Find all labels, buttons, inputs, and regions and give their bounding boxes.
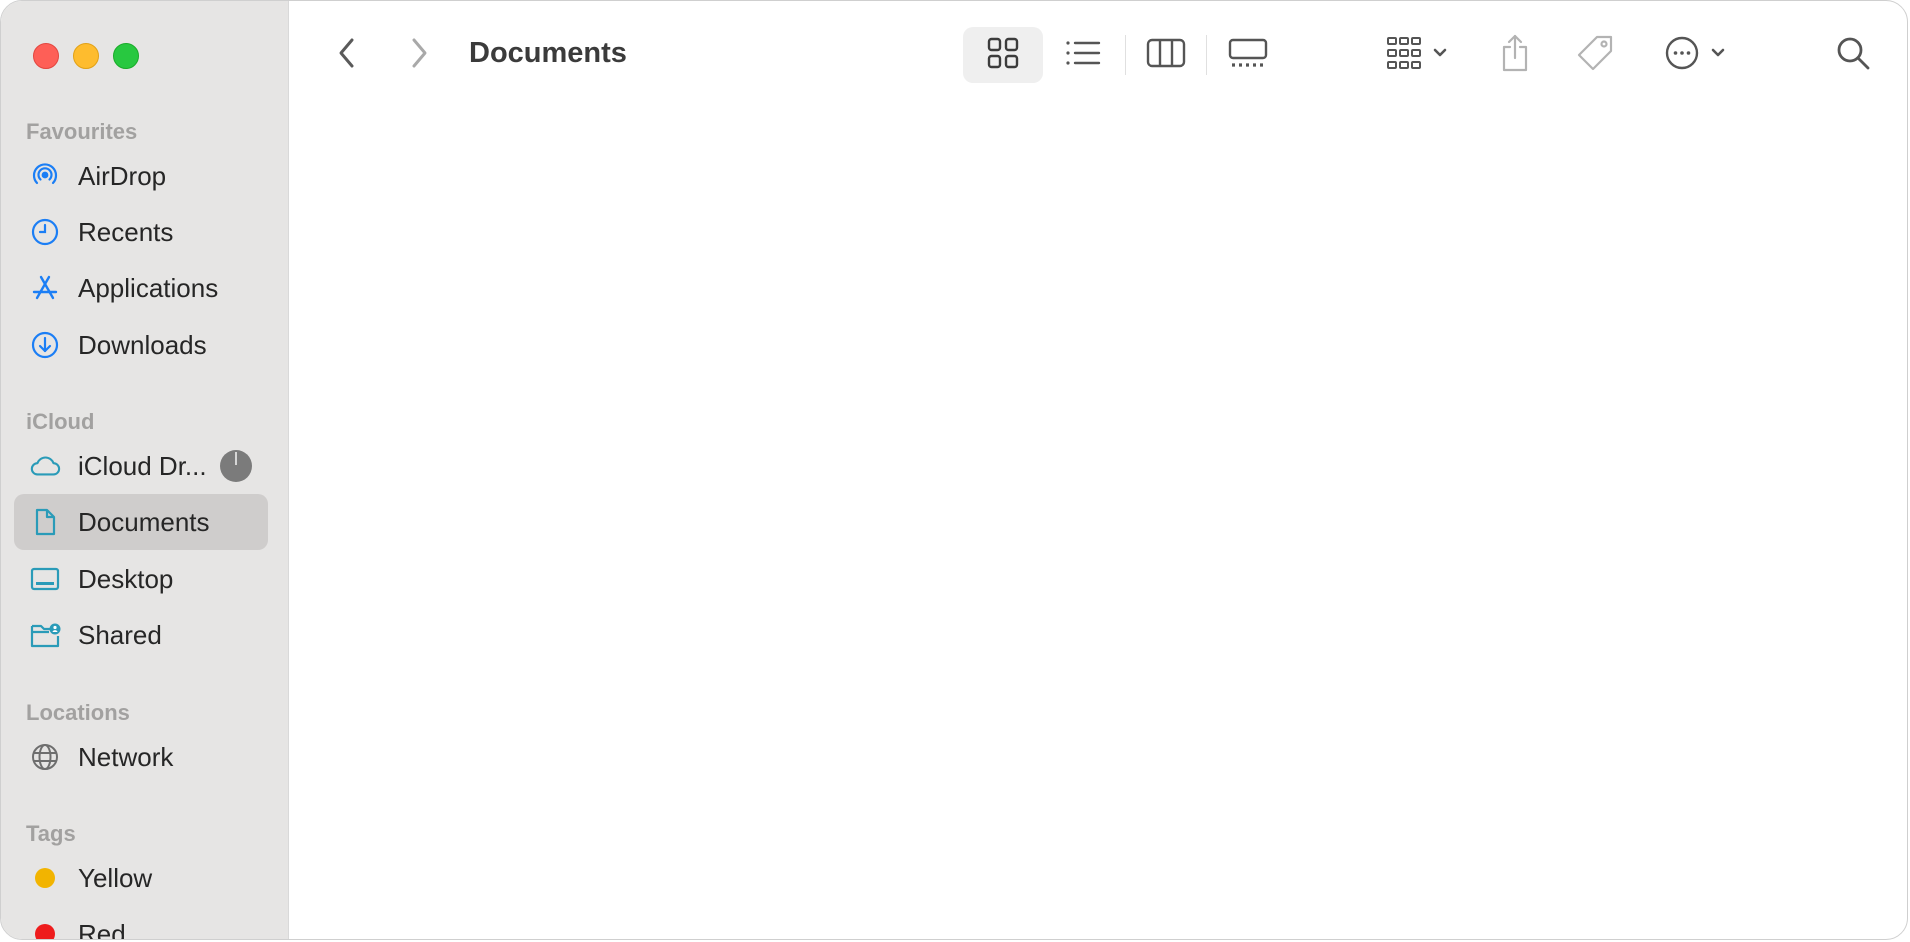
- chevron-left-icon: [335, 36, 359, 75]
- list-view-button[interactable]: [1043, 27, 1123, 83]
- sidebar-item-label: Shared: [78, 619, 162, 650]
- tag-button[interactable]: [1571, 27, 1619, 83]
- gallery-view-button[interactable]: [1208, 27, 1288, 83]
- chevron-down-icon: [1432, 46, 1448, 64]
- desktop-icon: [29, 563, 61, 595]
- sidebar-item-label: Network: [78, 741, 174, 772]
- search-button[interactable]: [1831, 33, 1875, 77]
- sidebar-item-label: AirDrop: [78, 160, 167, 191]
- search-icon: [1835, 35, 1871, 76]
- list-icon: [1064, 38, 1102, 73]
- chevron-down-icon: [1710, 46, 1726, 64]
- share-icon: [1499, 33, 1531, 78]
- group-grid-icon: [1386, 36, 1426, 75]
- sidebar-item-label: Recents: [78, 216, 174, 247]
- sidebar-item-label: Desktop: [78, 563, 174, 594]
- window-title: Documents: [469, 37, 627, 69]
- clock-icon: [29, 216, 61, 248]
- sidebar-item-label: Red: [78, 918, 126, 940]
- sidebar-item-downloads[interactable]: Downloads: [14, 317, 268, 373]
- grid-icon: [986, 36, 1020, 75]
- icon-view-button[interactable]: [963, 27, 1043, 83]
- forward-button[interactable]: [399, 35, 439, 75]
- yellow-tag-dot-icon: [29, 862, 61, 894]
- sidebar-item-network[interactable]: Network: [14, 729, 268, 785]
- globe-icon: [29, 741, 61, 773]
- gallery-icon: [1228, 37, 1268, 74]
- sidebar: Favourites AirDrop Recents Applications …: [1, 1, 289, 939]
- sidebar-item-documents[interactable]: Documents: [14, 494, 268, 550]
- maximize-window-button[interactable]: [113, 43, 139, 69]
- share-button[interactable]: [1495, 27, 1535, 83]
- sidebar-item-tag-red[interactable]: Red: [14, 906, 268, 940]
- download-icon: [29, 329, 61, 361]
- close-window-button[interactable]: [33, 43, 59, 69]
- sidebar-item-label: Downloads: [78, 329, 207, 360]
- sidebar-item-recents[interactable]: Recents: [14, 204, 268, 260]
- section-label-tags: Tags: [26, 821, 76, 846]
- red-tag-dot-icon: [29, 918, 61, 939]
- sync-progress-indicator: [220, 450, 252, 482]
- finder-window: Favourites AirDrop Recents Applications …: [0, 0, 1908, 940]
- tag-icon: [1575, 33, 1615, 78]
- sidebar-item-label: Applications: [78, 272, 219, 303]
- file-browser-content[interactable]: [289, 109, 1907, 939]
- shared-folder-icon: [29, 619, 61, 651]
- sidebar-item-shared[interactable]: Shared: [14, 607, 268, 663]
- columns-icon: [1146, 37, 1186, 74]
- cloud-icon: [29, 450, 61, 482]
- section-label-icloud: iCloud: [26, 409, 95, 434]
- sidebar-item-label: iCloud Dr...: [78, 450, 207, 481]
- chevron-right-icon: [407, 36, 431, 75]
- minimize-window-button[interactable]: [73, 43, 99, 69]
- section-label-locations: Locations: [26, 700, 130, 725]
- sidebar-item-desktop[interactable]: Desktop: [14, 551, 268, 607]
- airdrop-icon: [29, 160, 61, 192]
- ellipsis-circle-icon: [1664, 35, 1700, 76]
- column-view-button[interactable]: [1126, 27, 1206, 83]
- document-icon: [29, 506, 61, 538]
- group-by-button[interactable]: [1375, 27, 1459, 83]
- app-store-icon: [29, 272, 61, 304]
- toolbar-separator: [1206, 35, 1207, 75]
- back-button[interactable]: [327, 35, 367, 75]
- sidebar-item-label: Documents: [78, 506, 210, 537]
- sidebar-item-airdrop[interactable]: AirDrop: [14, 148, 268, 204]
- sidebar-item-tag-yellow[interactable]: Yellow: [14, 850, 268, 906]
- more-actions-button[interactable]: [1655, 27, 1735, 83]
- sidebar-item-applications[interactable]: Applications: [14, 260, 268, 316]
- section-label-favourites: Favourites: [26, 119, 138, 144]
- sidebar-item-label: Yellow: [78, 862, 153, 893]
